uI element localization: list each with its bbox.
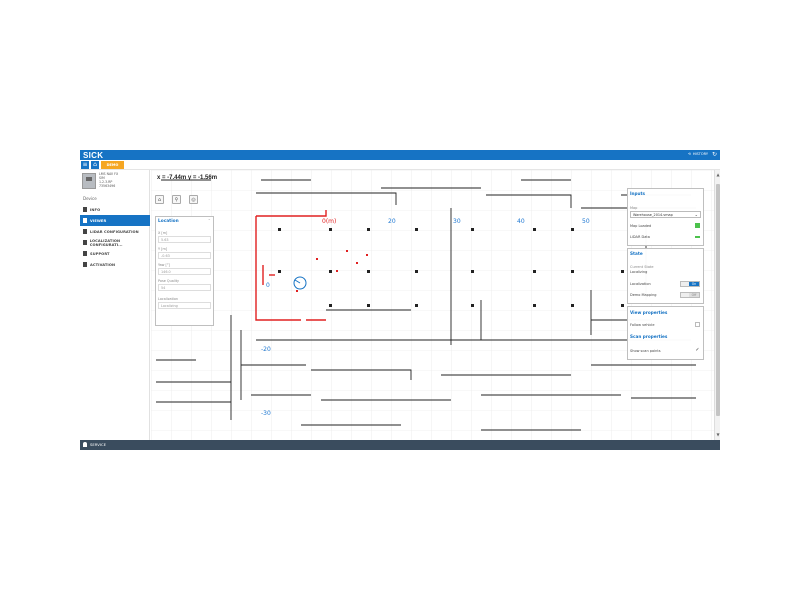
location-panel: Location ⌃ X [m] 5.63 Y [m] -0.63 Yaw [°… (155, 216, 214, 326)
document-icon (83, 251, 87, 256)
sidebar-item-info[interactable]: INFO (80, 204, 150, 215)
document-icon (83, 207, 87, 212)
document-icon (83, 262, 87, 267)
yaw-label: Yaw [°] (158, 263, 170, 267)
view-properties-panel: View properties Follow vehicle Scan prop… (627, 306, 704, 360)
localization-toggle-state: On (689, 282, 699, 286)
map-label: Map (630, 206, 638, 210)
lidar-data-indicator (695, 236, 700, 238)
axis-label-x-20: 20 (388, 218, 396, 225)
sidebar-section-label: Device (83, 196, 97, 201)
sidebar-item-localization-configuration[interactable]: LOCALIZATION CONFIGURATI... (80, 237, 150, 248)
device-info: LMS NAV FX SIM 1.2.3.RP 73563496 (99, 172, 118, 188)
x-value: 5.63 (158, 236, 211, 243)
service-label: SERVICE (90, 442, 107, 447)
map-select-value: Warehouse_2014.vmap (633, 213, 673, 217)
map-scrollbar[interactable]: ▲ ▼ (714, 170, 720, 440)
sidebar-item-label: LIDAR CONFIGURATION (90, 229, 139, 234)
y-label: Y [m] (158, 247, 168, 251)
localization-value: Localizing (158, 302, 211, 309)
sidebar-item-activation[interactable]: ACTIVATION (80, 259, 150, 270)
document-icon (83, 218, 87, 223)
top-bar: SICK ⟲ HISTORY ↻ (80, 150, 720, 160)
scan-properties-title: Scan properties (630, 334, 668, 339)
person-icon (83, 442, 87, 447)
follow-vehicle-label: Follow vehicle (630, 323, 655, 327)
sidebar-item-support[interactable]: SUPPORT (80, 248, 150, 259)
device-card: LMS NAV FX SIM 1.2.3.RP 73563496 (82, 172, 148, 190)
sidebar-item-label: VIEWER (90, 218, 107, 223)
axis-label-y-20: -20 (261, 346, 271, 353)
service-button[interactable]: SERVICE (83, 442, 106, 447)
sidebar-item-viewer[interactable]: VIEWER (80, 215, 150, 226)
cursor-coordinates: x = -7.44m y = -1.56m (157, 175, 218, 181)
home-view-icon[interactable]: ⌂ (155, 195, 164, 204)
demo-mapping-toggle[interactable]: Off (680, 292, 700, 298)
home-icon[interactable]: ⌂ (91, 161, 99, 169)
pin-icon[interactable]: ⚲ (172, 195, 181, 204)
inputs-title: Inputs (630, 191, 646, 196)
scroll-up-icon[interactable]: ▲ (715, 172, 720, 178)
localization-toggle[interactable]: On (680, 281, 700, 287)
axis-label-x-0: 0(m) (322, 218, 337, 225)
refresh-icon[interactable]: ↻ (712, 151, 717, 158)
demo-mode-badge: DEMO MODE (101, 161, 124, 175)
current-state-label: Current State (630, 265, 654, 269)
inputs-panel: Inputs Map Warehouse_2014.vmap ⌄ Map Loa… (627, 188, 704, 246)
collapse-icon[interactable]: ⌃ (208, 218, 211, 223)
pose-quality-value: 54 (158, 284, 211, 291)
yaw-value: 146.0 (158, 268, 211, 275)
bottom-bar: SERVICE (80, 440, 720, 450)
sidebar-item-label: SUPPORT (90, 251, 110, 256)
lidar-data-label: LiDAR Data (630, 235, 650, 239)
sidebar-item-lidar-configuration[interactable]: LIDAR CONFIGURATION (80, 226, 150, 237)
sidebar-item-label: ACTIVATION (90, 262, 116, 267)
axis-label-x-40: 40 (517, 218, 525, 225)
axis-label-x-50: 50 (582, 218, 590, 225)
history-label: HISTORY (692, 152, 708, 156)
document-icon (83, 229, 87, 234)
app-window: SICK ⟲ HISTORY ↻ ≡ ⌂ DEMO MODE LMS NAV F… (80, 150, 720, 450)
axis-label-x-30: 30 (453, 218, 461, 225)
y-value: -0.63 (158, 252, 211, 259)
document-icon (83, 240, 87, 245)
menu-icon[interactable]: ≡ (81, 161, 89, 169)
map-select[interactable]: Warehouse_2014.vmap ⌄ (630, 211, 701, 218)
current-state-value: Localizing (630, 270, 648, 274)
pose-quality-label: Pose Quality (158, 279, 180, 283)
chevron-down-icon: ⌄ (694, 212, 698, 217)
sidebar-item-label: LOCALIZATION CONFIGURATI... (89, 238, 123, 247)
localization-toggle-label: Localization (630, 282, 651, 286)
demo-mapping-label: Demo Mapping (630, 293, 657, 297)
device-serial: 73563496 (99, 184, 116, 188)
axis-label-y-0: 0 (266, 282, 270, 289)
map-loaded-indicator (695, 223, 700, 228)
axis-label-y-30: -30 (261, 410, 271, 417)
target-icon[interactable]: ◎ (189, 195, 198, 204)
sidebar-nav: INFO VIEWER LIDAR CONFIGURATION LOCALIZA… (80, 204, 150, 270)
sick-logo: SICK (83, 151, 104, 160)
show-scan-points-checkbox[interactable]: ✓ (695, 348, 700, 353)
state-panel: State Current State Localizing Localizat… (627, 248, 704, 304)
state-title: State (630, 251, 643, 256)
view-properties-title: View properties (630, 310, 668, 315)
follow-vehicle-checkbox[interactable] (695, 322, 700, 327)
localization-label: Localization (158, 297, 179, 301)
history-icon: ⟲ (687, 152, 691, 156)
show-scan-points-label: Show scan points (630, 349, 661, 353)
sidebar: LMS NAV FX SIM 1.2.3.RP 73563496 Device … (80, 170, 150, 440)
scroll-down-icon[interactable]: ▼ (715, 432, 720, 438)
history-button[interactable]: ⟲ HISTORY (688, 152, 708, 156)
location-panel-title: Location (158, 219, 179, 224)
demo-mapping-toggle-state: Off (689, 293, 699, 297)
x-label: X [m] (158, 231, 168, 235)
device-image (82, 173, 96, 189)
sidebar-item-label: INFO (90, 207, 101, 212)
map-loaded-label: Map Loaded (630, 224, 652, 228)
scroll-thumb[interactable] (716, 184, 720, 416)
sub-bar (80, 160, 720, 170)
map-toolbar: ⌂ ⚲ ◎ (155, 195, 198, 204)
